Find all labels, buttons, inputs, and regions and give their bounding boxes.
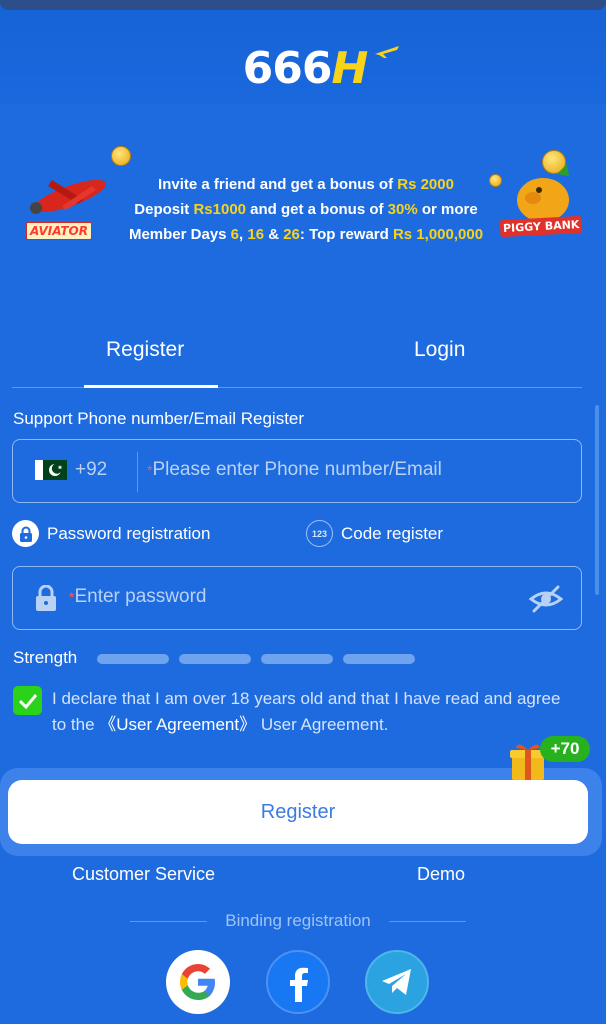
declaration-text-b: User Agreement.: [256, 715, 389, 734]
age-declaration: I declare that I am over 18 years old an…: [52, 686, 572, 738]
promo-line-2-text-c: or more: [417, 201, 478, 218]
strength-bar-2: [179, 654, 251, 664]
code-register-option[interactable]: 123 Code register: [306, 520, 443, 547]
logo-h: H: [331, 42, 369, 94]
auth-tabs: Register Login: [12, 330, 582, 388]
promo-day-3: 26: [283, 226, 300, 243]
binding-registration-divider: Binding registration: [130, 910, 466, 932]
aviator-label: AVIATOR: [26, 222, 92, 240]
field-divider: [137, 452, 138, 492]
strength-bar-1: [97, 654, 169, 664]
scrollbar[interactable]: [595, 405, 599, 595]
header-edge: [0, 0, 606, 10]
numeric-code-icon: 123: [306, 520, 333, 547]
lock-icon: [36, 585, 56, 611]
pakistan-flag-icon[interactable]: [35, 460, 67, 480]
strength-label: Strength: [13, 648, 78, 667]
strength-bar-4: [343, 654, 415, 664]
user-agreement-link[interactable]: 《User Agreement》: [99, 715, 256, 734]
password-placeholder: Enter password: [74, 586, 207, 607]
promo-text: Invite a friend and get a bonus of Rs 20…: [96, 172, 516, 247]
password-registration-label: Password registration: [47, 523, 211, 543]
plane-icon: [375, 46, 399, 58]
promo-day-1: 6: [230, 226, 240, 243]
promo-line-1-amount: Rs 2000: [397, 176, 454, 193]
logo-text: 666H: [242, 42, 369, 94]
promo-line-2-text-a: Deposit: [134, 201, 194, 218]
promo-line-3: Member Days 6, 16 & 26: Top reward Rs 1,…: [96, 222, 516, 247]
phone-email-input[interactable]: *Please enter Phone number/Email: [147, 459, 442, 481]
password-registration-option[interactable]: Password registration: [12, 520, 210, 547]
customer-service-link[interactable]: Customer Service: [72, 864, 215, 885]
coin-icon: [489, 174, 502, 187]
eye-slash-icon[interactable]: [529, 585, 563, 613]
phone-email-placeholder: Please enter Phone number/Email: [152, 459, 442, 480]
divider-line-left: [130, 920, 208, 922]
coin-icon: [111, 146, 131, 166]
google-icon: [180, 964, 215, 1000]
divider-line-right: [388, 920, 466, 922]
register-button[interactable]: Register: [8, 780, 588, 844]
register-bonus-badge: +70: [540, 736, 590, 762]
support-label: Support Phone number/Email Register: [13, 409, 305, 428]
telegram-login-button[interactable]: [365, 950, 429, 1014]
telegram-icon: [382, 969, 411, 995]
promo-top-reward: Rs 1,000,000: [392, 226, 484, 243]
tab-register[interactable]: Register: [106, 338, 184, 362]
promo-line-3-text-b: : Top reward: [299, 226, 393, 243]
facebook-icon: [290, 967, 308, 1002]
password-field[interactable]: *Enter password: [12, 566, 582, 630]
logo-number: 666: [242, 42, 333, 94]
demo-link[interactable]: Demo: [417, 864, 465, 885]
tab-login[interactable]: Login: [414, 338, 465, 362]
code-register-label: Code register: [341, 523, 444, 543]
facebook-login-button[interactable]: [266, 950, 330, 1014]
promo-line-2-percent: 30%: [387, 201, 418, 218]
phone-email-field[interactable]: +92 *Please enter Phone number/Email: [12, 439, 582, 503]
password-input[interactable]: *Enter password: [69, 586, 206, 608]
active-tab-indicator: [84, 385, 218, 388]
promo-day-2: 16: [247, 226, 265, 243]
logo: 666H: [205, 40, 405, 96]
promo-line-2: Deposit Rs1000 and get a bonus of 30% or…: [96, 197, 516, 222]
checkmark-icon: [18, 693, 37, 709]
promo-line-3-sep-2: &: [264, 226, 284, 243]
crescent-star-icon: [49, 463, 63, 476]
strength-bar-3: [261, 654, 333, 664]
promo-line-1: Invite a friend and get a bonus of Rs 20…: [96, 172, 516, 197]
promo-line-1-text: Invite a friend and get a bonus of: [158, 176, 398, 193]
flag-green-field: [43, 460, 67, 480]
binding-registration-label: Binding registration: [225, 911, 371, 930]
promo-line-2-text-b: and get a bonus of: [246, 201, 388, 218]
promo-line-2-amount: Rs1000: [193, 201, 246, 218]
google-login-button[interactable]: [166, 950, 230, 1014]
lock-icon: [12, 520, 39, 547]
promo-line-3-text-a: Member Days: [128, 226, 231, 243]
country-code[interactable]: +92: [75, 459, 107, 481]
agreement-checkbox[interactable]: [13, 686, 42, 715]
